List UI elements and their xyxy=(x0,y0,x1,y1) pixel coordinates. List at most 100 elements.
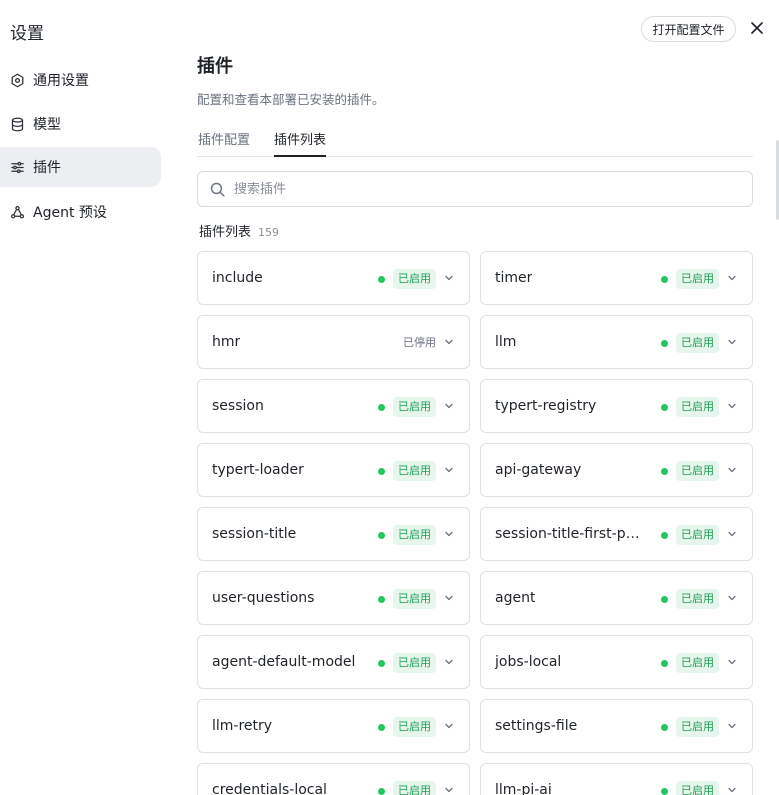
plugin-status: 已启用 xyxy=(661,524,719,546)
sidebar-item-plugins[interactable]: 插件 xyxy=(0,147,161,187)
status-badge: 已启用 xyxy=(676,397,719,417)
plugin-card[interactable]: session-title 已启用 xyxy=(197,507,470,561)
sidebar-item-agent-presets[interactable]: Agent 预设 xyxy=(0,192,161,232)
plugin-card[interactable]: llm 已启用 xyxy=(480,315,753,369)
plugin-name: hmr xyxy=(212,334,241,350)
search-icon xyxy=(209,181,226,198)
chevron-down-icon[interactable] xyxy=(726,592,738,604)
status-dot xyxy=(661,659,668,667)
plugin-name: llm xyxy=(495,334,517,350)
search-box[interactable] xyxy=(197,171,753,207)
plugin-name: timer xyxy=(495,270,533,286)
plugin-name: jobs-local xyxy=(495,654,562,670)
status-dot xyxy=(378,595,385,603)
chevron-down-icon[interactable] xyxy=(726,464,738,476)
plugin-card[interactable]: hmr 已停用 xyxy=(197,315,470,369)
plugin-name: session-title xyxy=(212,526,297,542)
plugin-card[interactable]: llm-retry 已启用 xyxy=(197,699,470,753)
plugin-name: settings-file xyxy=(495,718,578,734)
plugin-name: llm-pi-ai xyxy=(495,782,552,795)
page-description: 配置和查看本部署已安装的插件。 xyxy=(197,92,385,107)
status-badge: 已启用 xyxy=(393,397,436,417)
plugin-card[interactable]: credentials-local 已启用 xyxy=(197,763,470,795)
plugin-card[interactable]: timer 已启用 xyxy=(480,251,753,305)
status-dot xyxy=(661,723,668,731)
status-dot xyxy=(661,339,668,347)
sidebar: 设置 通用设置 模型 插件 Agent 预设 xyxy=(0,0,170,795)
plugin-name: credentials-local xyxy=(212,782,327,795)
plugin-card[interactable]: agent-default-model 已启用 xyxy=(197,635,470,689)
plugin-status: 已启用 xyxy=(378,524,436,546)
search-input[interactable] xyxy=(234,181,714,197)
chevron-down-icon[interactable] xyxy=(726,656,738,668)
chevron-down-icon[interactable] xyxy=(726,336,738,348)
plugin-list-title: 插件列表 xyxy=(199,225,252,240)
sidebar-item-label: 模型 xyxy=(33,117,61,133)
sidebar-item-models[interactable]: 模型 xyxy=(0,104,161,144)
gear-icon xyxy=(9,72,25,88)
status-badge: 已启用 xyxy=(393,717,436,737)
plugin-status: 已启用 xyxy=(378,460,436,482)
status-badge: 已停用 xyxy=(403,336,436,349)
status-badge: 已启用 xyxy=(676,333,719,353)
plugin-name: agent xyxy=(495,590,536,606)
plugin-card[interactable]: settings-file 已启用 xyxy=(480,699,753,753)
plugin-card[interactable]: typert-loader 已启用 xyxy=(197,443,470,497)
plugin-status: 已启用 xyxy=(661,460,719,482)
plugin-card[interactable]: session-title-first-pr… 已启用 xyxy=(480,507,753,561)
chevron-down-icon[interactable] xyxy=(726,400,738,412)
plugin-list-header: 插件列表 159 xyxy=(199,221,279,240)
sidebar-item-label: 插件 xyxy=(33,160,61,176)
plugin-card[interactable]: include 已启用 xyxy=(197,251,470,305)
status-badge: 已启用 xyxy=(676,461,719,481)
status-badge: 已启用 xyxy=(676,525,719,545)
plugin-status: 已启用 xyxy=(378,716,436,738)
plugin-card[interactable]: session 已启用 xyxy=(197,379,470,433)
status-badge: 已启用 xyxy=(393,589,436,609)
status-dot xyxy=(378,659,385,667)
chevron-down-icon[interactable] xyxy=(443,400,455,412)
plugin-name: agent-default-model xyxy=(212,654,356,670)
sliders-icon xyxy=(9,159,25,175)
scrollbar[interactable] xyxy=(775,0,779,795)
plugin-card[interactable]: user-questions 已启用 xyxy=(197,571,470,625)
plugin-name: api-gateway xyxy=(495,462,582,478)
chevron-down-icon[interactable] xyxy=(443,528,455,540)
tab-bar: 插件配置 插件列表 xyxy=(197,124,753,157)
chevron-down-icon[interactable] xyxy=(443,272,455,284)
status-badge: 已启用 xyxy=(393,461,436,481)
tab-plugin-config[interactable]: 插件配置 xyxy=(198,129,250,157)
plugin-grid: include 已启用 timer 已启用 hmr 已停用 llm 已启用 se… xyxy=(197,251,753,795)
plugin-count: 159 xyxy=(258,226,280,239)
plugin-card[interactable]: jobs-local 已启用 xyxy=(480,635,753,689)
status-badge: 已启用 xyxy=(676,781,719,795)
plugin-name: session xyxy=(212,398,264,414)
status-dot xyxy=(661,467,668,475)
plugin-status: 已启用 xyxy=(661,652,719,674)
app-title: 设置 xyxy=(10,24,44,44)
database-icon xyxy=(9,116,25,132)
chevron-down-icon[interactable] xyxy=(443,336,455,348)
status-dot xyxy=(661,275,668,283)
chevron-down-icon[interactable] xyxy=(443,464,455,476)
plugin-status: 已启用 xyxy=(661,396,719,418)
chevron-down-icon[interactable] xyxy=(726,784,738,795)
status-badge: 已启用 xyxy=(676,717,719,737)
sidebar-item-general[interactable]: 通用设置 xyxy=(0,60,161,100)
chevron-down-icon[interactable] xyxy=(443,656,455,668)
status-dot xyxy=(378,787,385,795)
tab-plugin-list[interactable]: 插件列表 xyxy=(274,129,327,157)
plugin-card[interactable]: api-gateway 已启用 xyxy=(480,443,753,497)
chevron-down-icon[interactable] xyxy=(726,272,738,284)
status-dot xyxy=(378,531,385,539)
chevron-down-icon[interactable] xyxy=(443,784,455,795)
chevron-down-icon[interactable] xyxy=(443,720,455,732)
plugin-card[interactable]: typert-registry 已启用 xyxy=(480,379,753,433)
status-dot xyxy=(661,403,668,411)
chevron-down-icon[interactable] xyxy=(726,528,738,540)
chevron-down-icon[interactable] xyxy=(726,720,738,732)
plugin-card[interactable]: llm-pi-ai 已启用 xyxy=(480,763,753,795)
status-badge: 已启用 xyxy=(393,781,436,795)
chevron-down-icon[interactable] xyxy=(443,592,455,604)
plugin-card[interactable]: agent 已启用 xyxy=(480,571,753,625)
